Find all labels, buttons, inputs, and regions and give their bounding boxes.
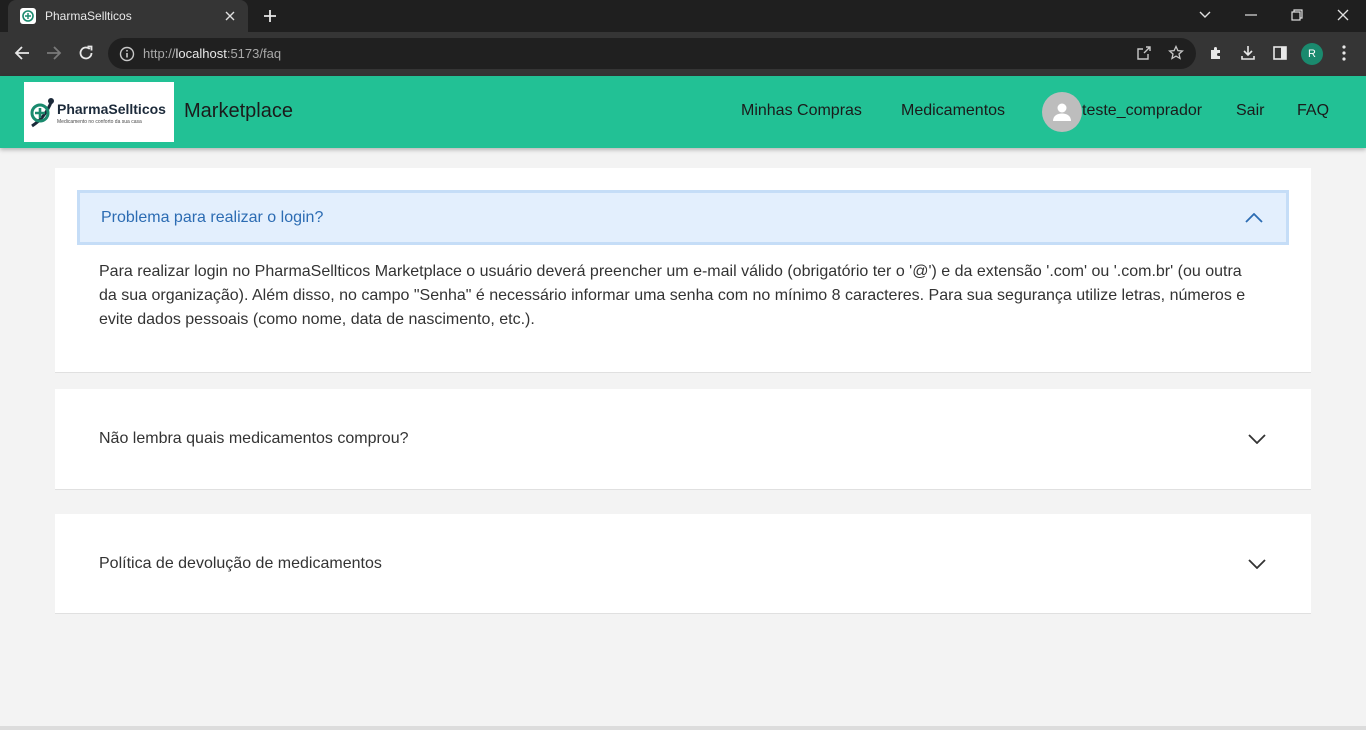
- pharma-logo-icon: [30, 98, 54, 128]
- faq-question-toggle[interactable]: Problema para realizar o login?: [77, 190, 1289, 245]
- close-window-icon[interactable]: [1320, 0, 1366, 30]
- faq-question: Não lembra quais medicamentos comprou?: [99, 430, 409, 447]
- faq-item-login: Problema para realizar o login? Para rea…: [55, 168, 1311, 373]
- profile-avatar[interactable]: R: [1301, 43, 1323, 65]
- faq-item-purchases[interactable]: Não lembra quais medicamentos comprou?: [55, 389, 1311, 490]
- forward-arrow-icon[interactable]: [39, 38, 69, 68]
- nav-faq[interactable]: FAQ: [1297, 102, 1329, 120]
- chevron-down-icon: [1247, 429, 1267, 449]
- share-icon[interactable]: [1129, 38, 1159, 68]
- tab-title: PharmaSellticos: [45, 9, 132, 23]
- restore-icon[interactable]: [1274, 0, 1320, 30]
- minimize-icon[interactable]: [1228, 0, 1274, 30]
- tab-search-chevron-down-icon[interactable]: [1182, 0, 1228, 30]
- close-tab-icon[interactable]: [220, 6, 240, 26]
- user-avatar-icon[interactable]: [1042, 92, 1082, 132]
- brand-logo[interactable]: PharmaSellticos Medicamento no conforto …: [24, 82, 174, 142]
- faq-question-toggle[interactable]: Não lembra quais medicamentos comprou?: [99, 389, 1267, 489]
- faq-item-returns[interactable]: Política de devolução de medicamentos: [55, 514, 1311, 614]
- nav-medicamentos[interactable]: Medicamentos: [901, 102, 1005, 120]
- site-favicon-icon: [20, 8, 36, 24]
- browser-tab[interactable]: PharmaSellticos: [8, 0, 248, 32]
- extensions-puzzle-icon[interactable]: [1201, 38, 1231, 68]
- faq-question: Problema para realizar o login?: [101, 208, 324, 226]
- chevron-up-icon: [1244, 208, 1264, 228]
- brand-tagline: Medicamento no conforto da sua casa: [57, 119, 142, 125]
- address-url: http://localhost:5173/faq: [143, 46, 282, 61]
- new-tab-icon[interactable]: [258, 5, 282, 27]
- browser-toolbar: http://localhost:5173/faq R: [0, 32, 1366, 76]
- faq-answer: Para realizar login no PharmaSellticos M…: [99, 263, 1246, 328]
- reload-icon[interactable]: [71, 38, 101, 68]
- faq-question-toggle[interactable]: Política de devolução de medicamentos: [99, 514, 1267, 613]
- nav-username[interactable]: teste_comprador: [1082, 102, 1202, 120]
- side-panel-icon[interactable]: [1265, 38, 1295, 68]
- download-icon[interactable]: [1233, 38, 1263, 68]
- taskbar-edge: [0, 726, 1366, 730]
- faq-question: Política de devolução de medicamentos: [99, 554, 382, 572]
- app-header: PharmaSellticos Medicamento no conforto …: [0, 76, 1366, 148]
- browser-menu-icon[interactable]: [1329, 38, 1359, 68]
- back-arrow-icon[interactable]: [7, 38, 37, 68]
- site-info-icon[interactable]: [119, 46, 135, 62]
- address-bar[interactable]: http://localhost:5173/faq: [108, 38, 1196, 69]
- chevron-down-icon: [1247, 554, 1267, 574]
- app-title[interactable]: Marketplace: [184, 100, 293, 123]
- bookmark-star-icon[interactable]: [1161, 38, 1191, 68]
- nav-sair[interactable]: Sair: [1236, 102, 1264, 120]
- browser-tab-bar: PharmaSellticos: [0, 0, 1366, 32]
- nav-minhas-compras[interactable]: Minhas Compras: [741, 102, 862, 120]
- brand-name: PharmaSellticos: [57, 101, 166, 117]
